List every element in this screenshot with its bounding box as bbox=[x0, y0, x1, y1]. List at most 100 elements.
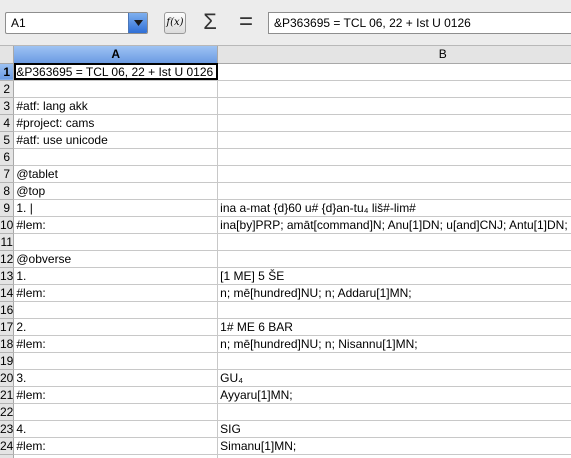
row-header[interactable]: 24 bbox=[0, 437, 15, 455]
cell[interactable]: ina[by]PRP; amāt[command]N; Anu[1]DN; u[… bbox=[217, 216, 571, 234]
cell[interactable] bbox=[13, 403, 219, 421]
cell[interactable]: 1. bbox=[13, 267, 219, 285]
cell[interactable]: @top bbox=[13, 182, 219, 200]
row-header[interactable]: 1 bbox=[0, 63, 15, 81]
cell[interactable] bbox=[217, 131, 571, 149]
cell[interactable]: #lem: bbox=[13, 335, 219, 353]
row-header[interactable]: 19 bbox=[0, 352, 15, 370]
cell-text: SIG bbox=[220, 421, 241, 436]
sheet-table: A B C D 1&P363695 = TCL 06, 22 + Ist U 0… bbox=[0, 46, 571, 458]
cell[interactable]: @obverse bbox=[13, 250, 219, 268]
cell[interactable]: #lem: bbox=[13, 386, 219, 404]
cell-text: @top bbox=[16, 183, 46, 198]
row-header[interactable]: 13 bbox=[0, 267, 15, 285]
cell-text: @obverse bbox=[16, 251, 72, 266]
cell[interactable]: 1# ME 6 BAR bbox=[217, 318, 571, 336]
cell-text: #lem: bbox=[16, 336, 46, 351]
name-box-dropdown-button[interactable] bbox=[128, 13, 147, 33]
select-all-corner[interactable] bbox=[0, 46, 15, 64]
row-header[interactable]: 25 bbox=[0, 454, 15, 458]
row-header[interactable]: 18 bbox=[0, 335, 15, 353]
chevron-down-icon bbox=[134, 20, 143, 26]
column-header-a[interactable]: A bbox=[13, 46, 219, 64]
sum-button[interactable]: Σ bbox=[200, 8, 220, 36]
row-header[interactable]: 16 bbox=[0, 301, 15, 319]
row-header[interactable]: 5 bbox=[0, 131, 15, 149]
cell[interactable] bbox=[13, 148, 219, 166]
row-header[interactable]: 20 bbox=[0, 369, 15, 387]
cell[interactable]: 1. | bbox=[13, 199, 219, 217]
cell[interactable] bbox=[217, 97, 571, 115]
formula-input[interactable]: &P363695 = TCL 06, 22 + Ist U 0126 bbox=[268, 12, 571, 34]
cell[interactable]: [1 ME] 5 ŠE bbox=[217, 267, 571, 285]
cell[interactable] bbox=[217, 454, 571, 458]
row-header[interactable]: 11 bbox=[0, 233, 15, 251]
cell[interactable]: #atf: lang akk bbox=[13, 97, 219, 115]
cell[interactable]: 3. bbox=[13, 369, 219, 387]
cell[interactable]: 2. bbox=[13, 318, 219, 336]
cell[interactable] bbox=[13, 233, 219, 251]
row-header[interactable]: 23 bbox=[0, 420, 15, 438]
cell[interactable] bbox=[217, 80, 571, 98]
cell[interactable] bbox=[13, 80, 219, 98]
cell[interactable]: ina a-mat {d}60 u# {d}an-tu₄ liš#-lim# bbox=[217, 199, 571, 217]
row-header[interactable]: 10 bbox=[0, 216, 15, 234]
cell[interactable] bbox=[217, 114, 571, 132]
row-header[interactable]: 17 bbox=[0, 318, 15, 336]
spreadsheet-grid: A B C D 1&P363695 = TCL 06, 22 + Ist U 0… bbox=[0, 46, 571, 458]
cell[interactable]: Simanu[1]MN; bbox=[217, 437, 571, 455]
cell[interactable]: n; mē[hundred]NU; n; Addaru[1]MN; bbox=[217, 284, 571, 302]
name-box-value: A1 bbox=[11, 16, 26, 30]
cell[interactable] bbox=[13, 352, 219, 370]
cell[interactable]: #lem: bbox=[13, 437, 219, 455]
cell[interactable] bbox=[217, 182, 571, 200]
formula-button[interactable]: = bbox=[236, 8, 256, 36]
cell[interactable] bbox=[217, 233, 571, 251]
cell[interactable]: GU₄ bbox=[217, 369, 571, 387]
table-row: 19 bbox=[0, 352, 571, 370]
cell[interactable]: #project: cams bbox=[13, 114, 219, 132]
name-box[interactable]: A1 bbox=[5, 12, 148, 34]
row-header[interactable]: 2 bbox=[0, 80, 15, 98]
cell-text: 4. bbox=[16, 421, 27, 436]
cell[interactable] bbox=[217, 148, 571, 166]
row-header[interactable]: 4 bbox=[0, 114, 15, 132]
cell[interactable]: 4. bbox=[13, 420, 219, 438]
table-row: 14 #lem: n; mē[hundred]NU; n; Addaru[1]MN;… bbox=[0, 284, 571, 302]
cell[interactable]: #lem: bbox=[13, 216, 219, 234]
cell[interactable]: @tablet bbox=[13, 165, 219, 183]
cell[interactable] bbox=[13, 454, 219, 458]
row-header[interactable]: 9 bbox=[0, 199, 15, 217]
cell[interactable] bbox=[217, 250, 571, 268]
cell[interactable]: Ayyaru[1]MN; bbox=[217, 386, 571, 404]
row-header[interactable]: 8 bbox=[0, 182, 15, 200]
row-header[interactable]: 14 bbox=[0, 284, 15, 302]
row-header[interactable]: 12 bbox=[0, 250, 15, 268]
row-header[interactable]: 3 bbox=[0, 97, 15, 115]
table-row: 5 #atf: use unicode bbox=[0, 131, 571, 149]
cell[interactable] bbox=[217, 301, 571, 319]
row-header[interactable]: 22 bbox=[0, 403, 15, 421]
row-header[interactable]: 6 bbox=[0, 148, 15, 166]
cell[interactable] bbox=[13, 301, 219, 319]
cell[interactable] bbox=[217, 63, 571, 81]
row-header[interactable]: 7 bbox=[0, 165, 15, 183]
cell[interactable] bbox=[217, 165, 571, 183]
cell[interactable]: #lem: bbox=[13, 284, 219, 302]
table-row: 25 bbox=[0, 454, 571, 458]
table-row: 18 #lem: n; mē[hundred]NU; n; Nisannu[1]MN… bbox=[0, 335, 571, 353]
cell-text: #lem: bbox=[16, 285, 46, 300]
column-header-b[interactable]: B bbox=[217, 46, 571, 64]
cell[interactable]: &P363695 = TCL 06, 22 + Ist U 0126 bbox=[13, 63, 219, 81]
cell[interactable]: n; mē[hundred]NU; n; Nisannu[1]MN; bbox=[217, 335, 571, 353]
row-header[interactable]: 21 bbox=[0, 386, 15, 404]
table-row: 11 bbox=[0, 233, 571, 251]
table-row: 4 #project: cams bbox=[0, 114, 571, 132]
cell-text: GU₄ bbox=[220, 370, 244, 385]
cell-text: Ayyaru[1]MN; bbox=[220, 387, 293, 402]
cell[interactable]: #atf: use unicode bbox=[13, 131, 219, 149]
cell[interactable] bbox=[217, 352, 571, 370]
cell[interactable]: SIG bbox=[217, 420, 571, 438]
function-wizard-button[interactable]: f(x) bbox=[164, 12, 186, 34]
cell[interactable] bbox=[217, 403, 571, 421]
